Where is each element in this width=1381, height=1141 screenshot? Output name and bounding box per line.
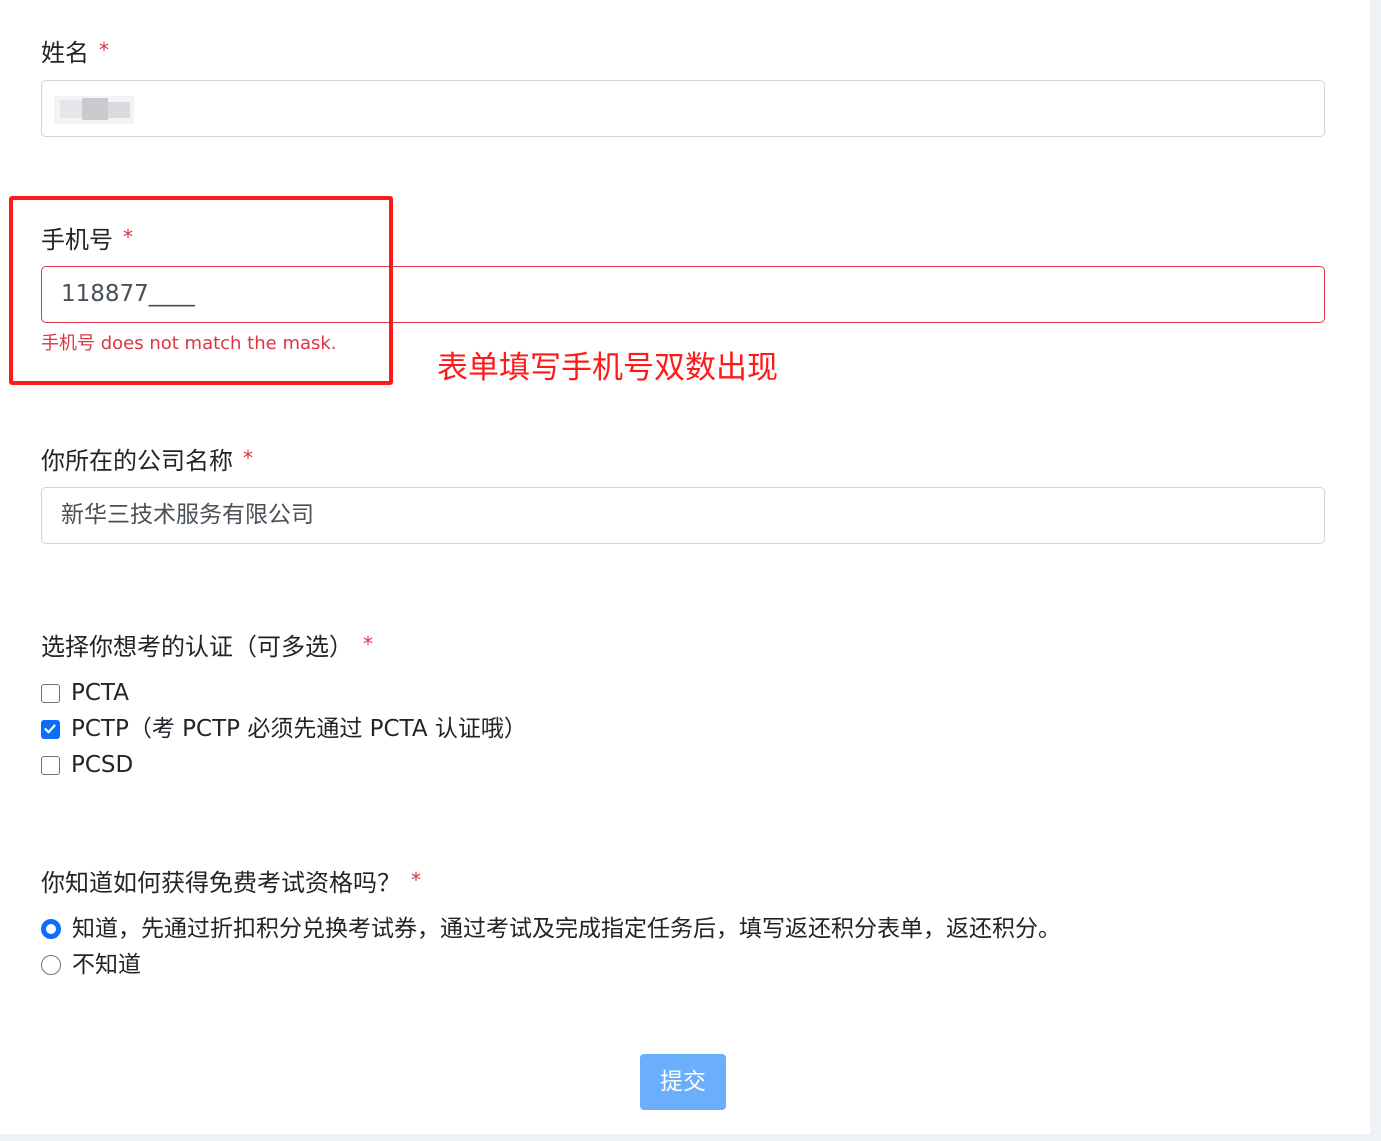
- free-exam-option-know[interactable]: 知道，先通过折扣积分兑换考试券，通过考试及完成指定任务后，填写返还积分表单，返还…: [41, 912, 1061, 946]
- annotation-text: 表单填写手机号双数出现: [437, 350, 778, 386]
- form-card: 姓名 * 手机号 * 118877____ 手机号 does not match t…: [0, 0, 1370, 1134]
- radio-know[interactable]: [41, 919, 61, 939]
- radio-dont-know[interactable]: [41, 955, 61, 975]
- submit-button[interactable]: 提交: [640, 1054, 726, 1110]
- free-exam-option-label: 知道，先通过折扣积分兑换考试券，通过考试及完成指定任务后，填写返还积分表单，返还…: [72, 916, 1061, 942]
- checkbox-pcta[interactable]: [41, 683, 60, 703]
- free-exam-label: 你知道如何获得免费考试资格吗？ *: [41, 868, 421, 899]
- required-star: *: [411, 868, 421, 892]
- checkbox-pcsd[interactable]: [41, 755, 60, 775]
- required-star: *: [99, 38, 109, 62]
- annotation-highlight-box: [9, 196, 393, 385]
- certs-label: 选择你想考的认证（可多选） *: [41, 632, 373, 663]
- required-star: *: [243, 446, 253, 470]
- cert-option-pcsd[interactable]: PCSD: [41, 748, 133, 782]
- checkbox-pctp[interactable]: [41, 719, 60, 739]
- free-exam-option-label: 不知道: [72, 952, 141, 978]
- name-input[interactable]: [41, 80, 1325, 137]
- company-label: 你所在的公司名称 *: [41, 446, 253, 477]
- cert-option-label: PCTA: [71, 680, 129, 706]
- free-exam-label-text: 你知道如何获得免费考试资格吗？: [41, 869, 401, 897]
- name-label: 姓名 *: [41, 38, 109, 69]
- name-label-text: 姓名: [41, 39, 89, 67]
- company-input[interactable]: 新华三技术服务有限公司: [41, 487, 1325, 544]
- cert-option-label: PCSD: [71, 752, 134, 778]
- cert-option-label: PCTP（考 PCTP 必须先通过 PCTA 认证哦）: [71, 716, 527, 742]
- certs-label-text: 选择你想考的认证（可多选）: [41, 633, 353, 661]
- cert-option-pcta[interactable]: PCTA: [41, 676, 129, 710]
- redacted-name-blur: [54, 96, 134, 124]
- free-exam-option-dont-know[interactable]: 不知道: [41, 948, 141, 982]
- company-label-text: 你所在的公司名称: [41, 447, 233, 475]
- cert-option-pctp[interactable]: PCTP（考 PCTP 必须先通过 PCTA 认证哦）: [41, 712, 527, 746]
- required-star: *: [363, 632, 373, 656]
- check-icon: [44, 724, 56, 733]
